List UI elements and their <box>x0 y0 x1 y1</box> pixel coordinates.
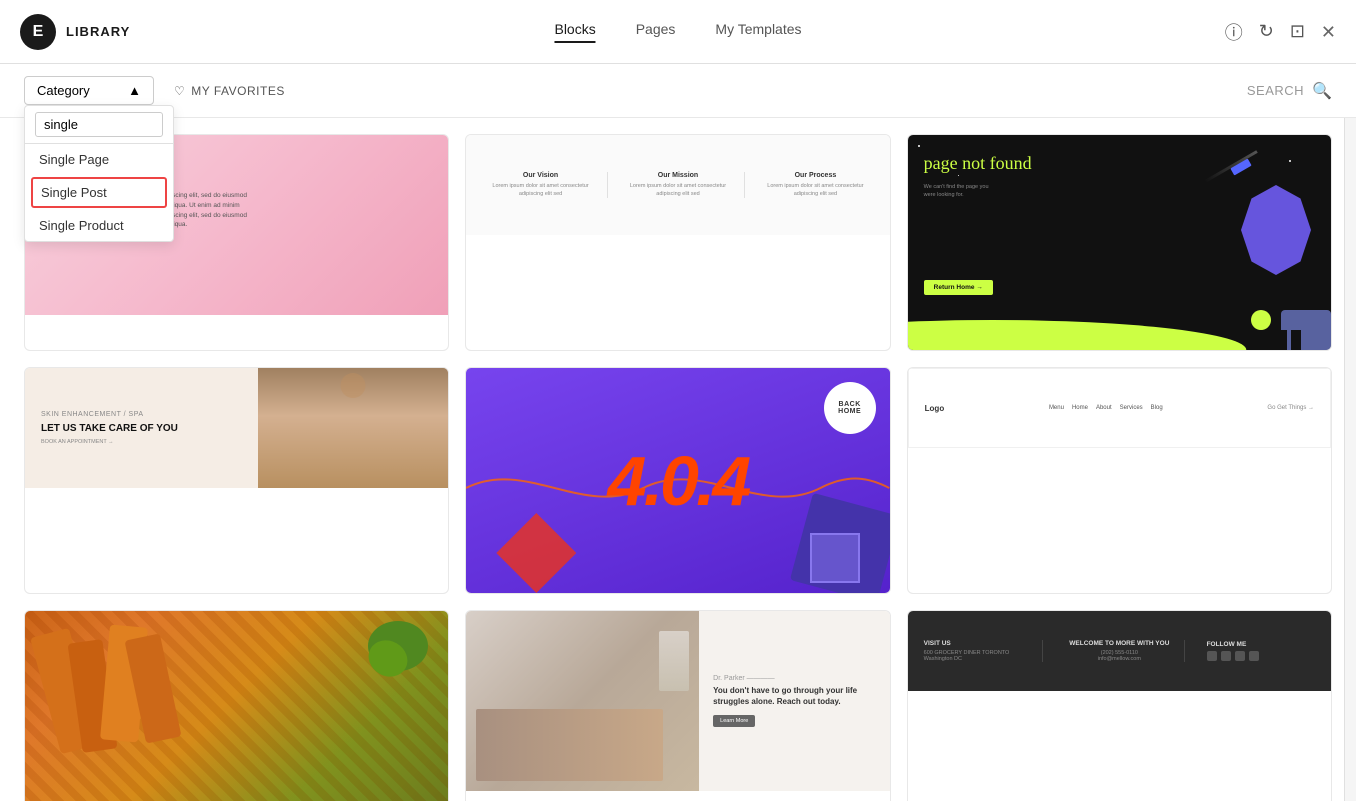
tab-blocks[interactable]: Blocks <box>554 21 595 43</box>
doctor-photo <box>466 611 699 791</box>
help-icon[interactable]: ⓘ <box>1225 19 1243 45</box>
template-card-footer[interactable]: VISIT US 600 GROCERY DINER TORONTOWashin… <box>907 610 1332 801</box>
template-card-food[interactable] <box>24 610 449 801</box>
main-content: Category ▲ Single Page Single Post Singl… <box>0 64 1356 801</box>
top-actions: ⓘ ↻ ⊡ ✕ <box>1225 19 1336 45</box>
category-dropdown: Category ▲ Single Page Single Post Singl… <box>24 76 154 105</box>
pnf-btn[interactable]: Return Home → <box>924 280 993 295</box>
dropdown-search-area <box>25 106 173 144</box>
beauty-text: SKIN ENHANCEMENT / SPA LET US TAKE CARE … <box>25 368 258 488</box>
logo-area: E LIBRARY <box>20 14 130 50</box>
tab-pages[interactable]: Pages <box>636 21 676 43</box>
beauty-title: LET US TAKE CARE OF YOU <box>41 422 242 435</box>
dropdown-menu: Single Page Single Post Single Product <box>24 105 174 242</box>
save-icon[interactable]: ⊡ <box>1290 21 1305 42</box>
template-grid: g Lorem ipsum dolor sit amet, consectetu… <box>24 134 1332 801</box>
footer-col-3: FOLLOW ME <box>1197 641 1315 661</box>
favorites-button[interactable]: ♡ MY FAVORITES <box>174 84 285 98</box>
template-card-404[interactable]: 4.0.4 BACK HOME <box>465 367 890 594</box>
search-label: SEARCH <box>1247 83 1304 98</box>
template-card-mission[interactable]: Our Vision Lorem ipsum dolor sit amet co… <box>465 134 890 351</box>
footer-col-2: WELCOME TO MORE WITH YOU (202) 555-0110i… <box>1055 640 1184 662</box>
card-404-text: 4.0.4 <box>608 441 749 521</box>
category-label: Category <box>37 83 90 98</box>
footer-col-1: VISIT US 600 GROCERY DINER TORONTOWashin… <box>924 640 1043 662</box>
nav-tabs: Blocks Pages My Templates <box>554 21 801 43</box>
dropdown-item-single-post[interactable]: Single Post <box>31 177 167 208</box>
food-photo <box>25 611 448 801</box>
vision-col: Our Vision Lorem ipsum dolor sit amet co… <box>482 172 607 198</box>
mission-col: Our Mission Lorem ipsum dolor sit amet c… <box>612 172 745 198</box>
pnf-subtitle: We can't find the page youwere looking f… <box>924 183 989 200</box>
search-area: SEARCH 🔍 <box>1247 81 1332 101</box>
logo-icon: E <box>20 14 56 50</box>
dropdown-search-input[interactable] <box>35 112 163 137</box>
template-card-header-nav[interactable]: Logo Menu Home About Services Blog Go Ge… <box>907 367 1332 594</box>
top-bar: E LIBRARY Blocks Pages My Templates ⓘ ↻ … <box>0 0 1356 64</box>
pnf-title: page not found <box>924 153 1032 174</box>
nav-logo: Logo <box>925 404 945 413</box>
template-card-doctor[interactable]: Dr. Parker ———— You don't have to go thr… <box>465 610 890 801</box>
tab-my-templates[interactable]: My Templates <box>715 21 801 43</box>
category-button[interactable]: Category ▲ <box>24 76 154 105</box>
favorites-label: MY FAVORITES <box>191 84 285 98</box>
template-card-page-not-found[interactable]: page not found We can't find the page yo… <box>907 134 1332 351</box>
doctor-content: Dr. Parker ———— You don't have to go thr… <box>699 611 890 791</box>
dropdown-item-single-page[interactable]: Single Page <box>25 144 173 175</box>
nav-cta: Go Get Things → <box>1267 405 1314 411</box>
refresh-icon[interactable]: ↻ <box>1259 21 1274 42</box>
process-col: Our Process Lorem ipsum dolor sit amet c… <box>749 172 873 198</box>
dropdown-item-single-product[interactable]: Single Product <box>25 210 173 241</box>
filter-bar: Category ▲ Single Page Single Post Singl… <box>0 64 1356 118</box>
template-card-beauty[interactable]: SKIN ENHANCEMENT / SPA LET US TAKE CARE … <box>24 367 449 594</box>
search-icon[interactable]: 🔍 <box>1312 81 1332 101</box>
chevron-up-icon: ▲ <box>128 83 141 98</box>
heart-icon: ♡ <box>174 84 185 98</box>
back-home-badge: BACK HOME <box>824 382 876 434</box>
close-button[interactable]: ✕ <box>1321 23 1336 41</box>
beauty-photo <box>258 368 448 488</box>
filter-left: Category ▲ Single Page Single Post Singl… <box>24 76 285 105</box>
nav-links: Menu Home About Services Blog <box>1049 405 1163 411</box>
grid-container[interactable]: g Lorem ipsum dolor sit amet, consectetu… <box>0 118 1356 801</box>
scrollbar-track[interactable] <box>1344 64 1356 801</box>
logo-text: LIBRARY <box>66 24 130 39</box>
